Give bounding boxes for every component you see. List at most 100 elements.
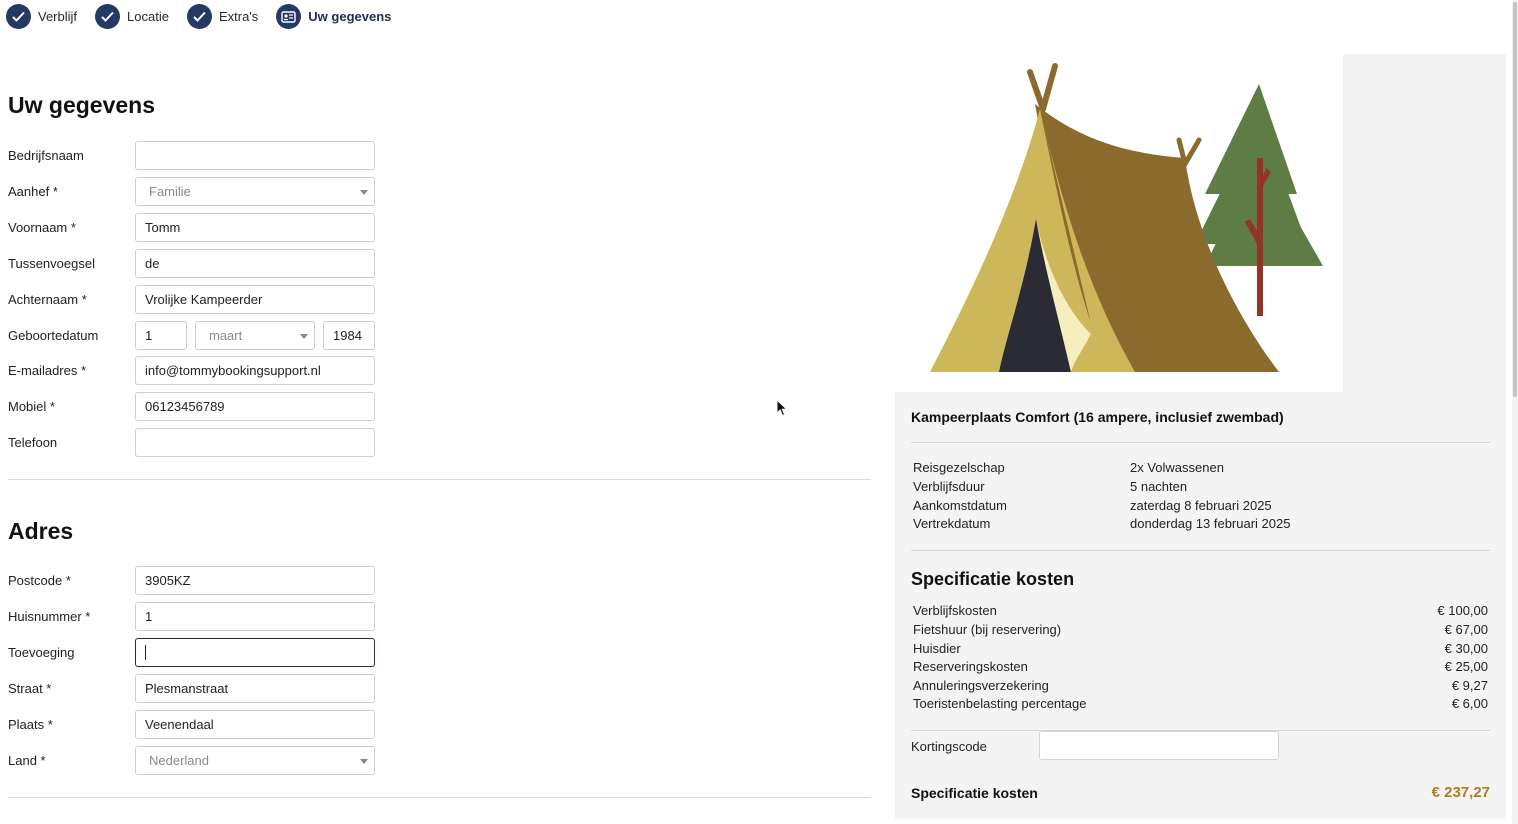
salutation-select[interactable]: Familie (135, 176, 375, 206)
salutation-label: Aanhef * (8, 183, 58, 199)
total-amount: € 237,27 (1431, 784, 1490, 801)
city-row: Plaats * Veenendaal (8, 709, 408, 739)
country-row: Land * Nederland (8, 745, 408, 775)
progress-steps: Verblijf Locatie Extra's Uw gegevens (6, 3, 409, 30)
cost-label: Reserveringskosten (913, 659, 1028, 674)
birth-month-select[interactable]: maart (195, 320, 315, 350)
cost-spec-title: Specificatie kosten (911, 569, 1075, 589)
step-label: Verblijf (38, 9, 78, 24)
page-scrollbar[interactable] (1512, 0, 1518, 824)
cost-label: Toeristenbelasting percentage (913, 696, 1087, 711)
check-icon (95, 4, 121, 29)
postcode-input[interactable]: 3905KZ (135, 565, 375, 595)
mouse-cursor-icon (776, 398, 788, 422)
city-input[interactable]: Veenendaal (135, 709, 375, 739)
street-row: Straat * Plesmanstraat (8, 673, 408, 703)
step-extras[interactable]: Extra's (186, 4, 259, 29)
panel-divider (911, 442, 1490, 443)
cost-amount: € 67,00 (1444, 622, 1488, 637)
cost-amount: € 9,27 (1451, 678, 1488, 693)
cost-row: Toeristenbelasting percentage € 6,00 (913, 696, 1488, 714)
lastname-label: Achternaam * (8, 291, 87, 307)
addition-row: Toevoeging (8, 637, 408, 667)
step-verblijf[interactable]: Verblijf (6, 4, 77, 29)
housenumber-label: Huisnummer * (8, 608, 91, 624)
personal-title: Uw gegevens (8, 92, 155, 118)
cost-amount: € 30,00 (1444, 641, 1488, 656)
info-row: Verblijfsduur 5 nachten (913, 479, 1187, 497)
birthdate-label: Geboortedatum (8, 327, 99, 343)
email-row: E-mailadres * info@tommybookingsupport.n… (8, 355, 408, 385)
mobile-label: Mobiel * (8, 398, 55, 414)
lastname-input[interactable]: Vrolijke Kampeerder (135, 284, 375, 314)
cost-amount: € 6,00 (1451, 696, 1488, 711)
accommodation-title: Kampeerplaats Comfort (16 ampere, inclus… (911, 409, 1284, 425)
id-card-icon (276, 4, 302, 29)
discount-code-input[interactable] (1039, 731, 1279, 760)
postcode-label: Postcode * (8, 572, 71, 588)
country-label: Land * (8, 752, 46, 768)
cost-amount: € 25,00 (1444, 659, 1488, 674)
total-label: Specificatie kosten (911, 785, 1038, 801)
email-label: E-mailadres * (8, 362, 87, 378)
section-divider (8, 479, 871, 480)
phone-input[interactable] (135, 427, 375, 457)
info-row: Reisgezelschap 2x Volwassenen (913, 460, 1224, 478)
addition-label: Toevoeging (8, 644, 75, 660)
firstname-row: Voornaam * Tomm (8, 212, 408, 242)
cost-label: Fietshuur (bij reservering) (913, 622, 1062, 637)
info-row: Vertrekdatum donderdag 13 februari 2025 (913, 516, 1290, 534)
info-key: Verblijfsduur (913, 479, 985, 494)
country-select[interactable]: Nederland (135, 745, 375, 775)
birthdate-row: Geboortedatum 1 maart 1984 (8, 320, 408, 350)
birth-day-input[interactable]: 1 (135, 320, 187, 350)
city-label: Plaats * (8, 716, 53, 732)
info-value: 5 nachten (1130, 479, 1188, 494)
infix-input[interactable]: de (135, 248, 375, 278)
info-key: Vertrekdatum (913, 516, 991, 531)
infix-label: Tussenvoegsel (8, 255, 95, 271)
addition-input[interactable] (135, 637, 375, 667)
phone-row: Telefoon (8, 427, 408, 457)
panel-divider (911, 550, 1490, 551)
scrollbar-thumb[interactable] (1513, 2, 1517, 397)
step-label: Extra's (218, 9, 259, 24)
address-title: Adres (8, 518, 74, 544)
info-row: Aankomstdatum zaterdag 8 februari 2025 (913, 498, 1272, 516)
tent-illustration (895, 54, 1343, 392)
street-input[interactable]: Plesmanstraat (135, 673, 375, 703)
booking-summary-panel: Kampeerplaats Comfort (16 ampere, inclus… (895, 54, 1506, 819)
housenumber-row: Huisnummer * 1 (8, 601, 408, 631)
cost-row: Reserveringskosten € 25,00 (913, 659, 1488, 677)
company-row: Bedrijfsnaam (8, 140, 408, 170)
salutation-row: Aanhef * Familie (8, 176, 408, 206)
text-caret (145, 644, 146, 660)
mobile-row: Mobiel * 06123456789 (8, 391, 408, 421)
firstname-input[interactable]: Tomm (135, 212, 375, 242)
postcode-row: Postcode * 3905KZ (8, 565, 408, 595)
cost-row: Fietshuur (bij reservering) € 67,00 (913, 622, 1488, 640)
housenumber-input[interactable]: 1 (135, 601, 375, 631)
birth-year-input[interactable]: 1984 (323, 320, 375, 350)
cost-label: Verblijfskosten (913, 603, 997, 618)
step-locatie[interactable]: Locatie (95, 4, 169, 29)
check-icon (6, 4, 31, 29)
phone-label: Telefoon (8, 434, 58, 450)
step-label: Uw gegevens (308, 9, 392, 24)
info-value: zaterdag 8 februari 2025 (1130, 498, 1272, 513)
email-input[interactable]: info@tommybookingsupport.nl (135, 355, 375, 385)
info-key: Reisgezelschap (913, 460, 1005, 475)
info-value: 2x Volwassenen (1130, 460, 1224, 475)
cost-amount: € 100,00 (1437, 603, 1488, 618)
cost-label: Annuleringsverzekering (913, 678, 1049, 693)
step-label: Locatie (127, 9, 169, 24)
street-label: Straat * (8, 680, 52, 696)
step-uw-gegevens[interactable]: Uw gegevens (276, 4, 391, 29)
info-key: Aankomstdatum (913, 498, 1007, 513)
section-divider (8, 797, 871, 798)
company-input[interactable] (135, 140, 375, 170)
cost-label: Huisdier (913, 641, 961, 656)
discount-label: Kortingscode (911, 739, 987, 754)
cost-row: Verblijfskosten € 100,00 (913, 603, 1488, 621)
mobile-input[interactable]: 06123456789 (135, 391, 375, 421)
